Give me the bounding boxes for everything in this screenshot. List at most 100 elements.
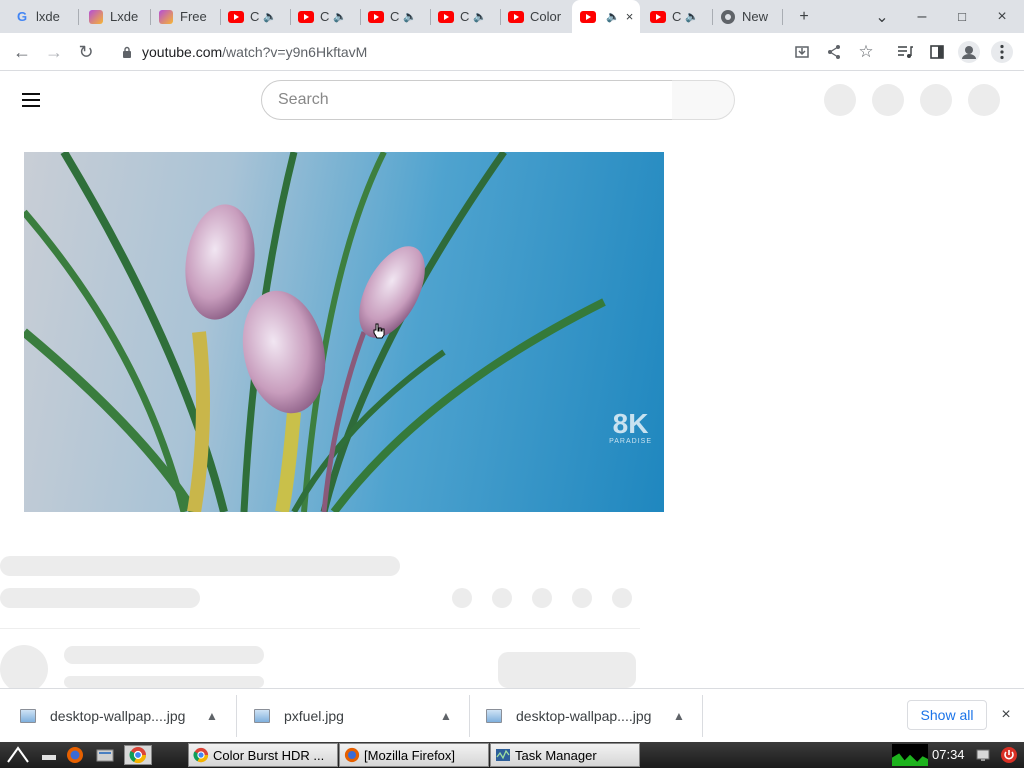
speaker-icon[interactable]: 🔈: [263, 10, 277, 23]
download-item[interactable]: desktop-wallpap....jpg: [20, 689, 185, 743]
download-shelf: desktop-wallpap....jpg ▲ pxfuel.jpg ▲ de…: [0, 688, 1024, 742]
close-window-button[interactable]: ×: [988, 0, 1016, 33]
start-menu-icon[interactable]: [4, 745, 32, 765]
search-button[interactable]: [672, 80, 735, 120]
youtube-icon: [368, 9, 384, 25]
picsart-icon: [158, 9, 174, 25]
share-icon[interactable]: [820, 38, 848, 66]
side-panel-icon[interactable]: [923, 38, 951, 66]
speaker-icon[interactable]: 🔈: [606, 10, 620, 23]
firefox-icon[interactable]: [64, 745, 86, 765]
youtube-header: [0, 71, 1024, 129]
cpu-monitor: [892, 744, 928, 766]
channel-sub-skeleton: [64, 676, 264, 688]
tab-6[interactable]: C 🔈: [360, 0, 428, 33]
chrome-icon: [720, 9, 736, 25]
chevron-up-icon[interactable]: ▲: [436, 706, 456, 726]
video-player[interactable]: 8K PARADISE: [24, 152, 664, 512]
action-skeleton: [492, 588, 512, 608]
search-input[interactable]: [278, 91, 658, 109]
tab-10[interactable]: C 🔈: [642, 0, 712, 33]
tab-5[interactable]: C 🔈: [290, 0, 358, 33]
tab-title: Color: [530, 9, 562, 24]
speaker-icon[interactable]: 🔈: [473, 10, 487, 23]
address-bar[interactable]: youtube.com/watch?v=y9n6HkftavM: [108, 37, 888, 67]
download-item[interactable]: pxfuel.jpg: [254, 689, 344, 743]
tab-strip: G lxde Lxde Free C 🔈 C 🔈 C 🔈 C 🔈 Color 🔈…: [0, 0, 1024, 33]
back-button[interactable]: ←: [8, 38, 36, 66]
header-placeholder-icon[interactable]: [872, 84, 904, 116]
taskbar-task-manager[interactable]: Task Manager: [490, 743, 640, 767]
download-filename: desktop-wallpap....jpg: [50, 708, 186, 724]
network-icon[interactable]: [972, 745, 994, 765]
download-filename: pxfuel.jpg: [284, 708, 344, 724]
youtube-icon: [650, 9, 666, 25]
tab-active[interactable]: 🔈 ×: [572, 0, 640, 33]
action-skeleton: [452, 588, 472, 608]
tab-search-icon[interactable]: ⌄: [868, 0, 896, 33]
tab-title: C: [460, 9, 470, 24]
download-item[interactable]: desktop-wallpap....jpg: [486, 689, 651, 743]
hamburger-menu-icon[interactable]: [22, 89, 50, 111]
tab-11[interactable]: New: [712, 0, 780, 33]
search-field[interactable]: [261, 80, 673, 120]
speaker-icon[interactable]: 🔈: [403, 10, 417, 23]
youtube-icon: [298, 9, 314, 25]
lock-icon[interactable]: [120, 45, 134, 59]
tab-8[interactable]: Color: [500, 0, 570, 33]
url-text: youtube.com/watch?v=y9n6HkftavM: [142, 44, 368, 60]
clock[interactable]: 07:34: [932, 747, 965, 762]
maximize-button[interactable]: □: [948, 0, 976, 33]
chevron-up-icon[interactable]: ▲: [202, 706, 222, 726]
tab-1[interactable]: G lxde: [6, 0, 74, 33]
kebab-menu-icon[interactable]: [988, 38, 1016, 66]
tab-title: New: [742, 9, 769, 24]
taskbar-task-firefox[interactable]: [Mozilla Firefox]: [339, 743, 489, 767]
picsart-icon: [88, 9, 104, 25]
profile-icon[interactable]: [955, 38, 983, 66]
show-desktop-icon[interactable]: [38, 745, 60, 765]
show-all-button[interactable]: Show all: [907, 700, 987, 730]
install-icon[interactable]: [788, 38, 816, 66]
power-icon[interactable]: [998, 745, 1020, 765]
hand-cursor-icon: [372, 323, 386, 344]
action-skeleton: [532, 588, 552, 608]
task-label: Task Manager: [515, 747, 597, 763]
video-frame-image: [24, 152, 606, 512]
tab-title: C: [250, 9, 260, 24]
tab-title: lxde: [36, 9, 60, 24]
tab-4[interactable]: C 🔈: [220, 0, 288, 33]
taskbar-task-chrome[interactable]: Color Burst HDR ...: [188, 743, 338, 767]
reload-button[interactable]: ↻: [72, 38, 100, 66]
action-skeleton: [612, 588, 632, 608]
firefox-icon: [344, 747, 360, 763]
youtube-icon: [580, 9, 596, 25]
tab-2[interactable]: Lxde: [80, 0, 148, 33]
close-tab-icon[interactable]: ×: [626, 9, 634, 24]
chrome-icon: [193, 747, 209, 763]
youtube-icon: [228, 9, 244, 25]
tab-title: C: [390, 9, 400, 24]
image-file-icon: [486, 709, 502, 723]
image-file-icon: [20, 709, 36, 723]
speaker-icon[interactable]: 🔈: [685, 10, 699, 23]
media-control-icon[interactable]: [891, 38, 919, 66]
tab-3[interactable]: Free: [150, 0, 218, 33]
subscribe-skeleton: [498, 652, 636, 688]
browser-toolbar: ← → ↻ youtube.com/watch?v=y9n6HkftavM ☆: [0, 33, 1024, 71]
avatar[interactable]: [968, 84, 1000, 116]
header-placeholder-icon[interactable]: [920, 84, 952, 116]
file-manager-icon[interactable]: [94, 745, 116, 765]
forward-button[interactable]: →: [40, 38, 68, 66]
bookmark-star-icon[interactable]: ☆: [852, 38, 880, 66]
chevron-up-icon[interactable]: ▲: [669, 706, 689, 726]
minimize-button[interactable]: –: [908, 0, 936, 33]
header-placeholder-icon[interactable]: [824, 84, 856, 116]
speaker-icon[interactable]: 🔈: [333, 10, 347, 23]
tab-title: C: [320, 9, 330, 24]
tab-title: Lxde: [110, 9, 139, 24]
chrome-launcher-icon[interactable]: [124, 745, 152, 765]
close-shelf-icon[interactable]: ×: [995, 704, 1017, 726]
tab-7[interactable]: C 🔈: [430, 0, 498, 33]
new-tab-button[interactable]: +: [790, 0, 818, 33]
